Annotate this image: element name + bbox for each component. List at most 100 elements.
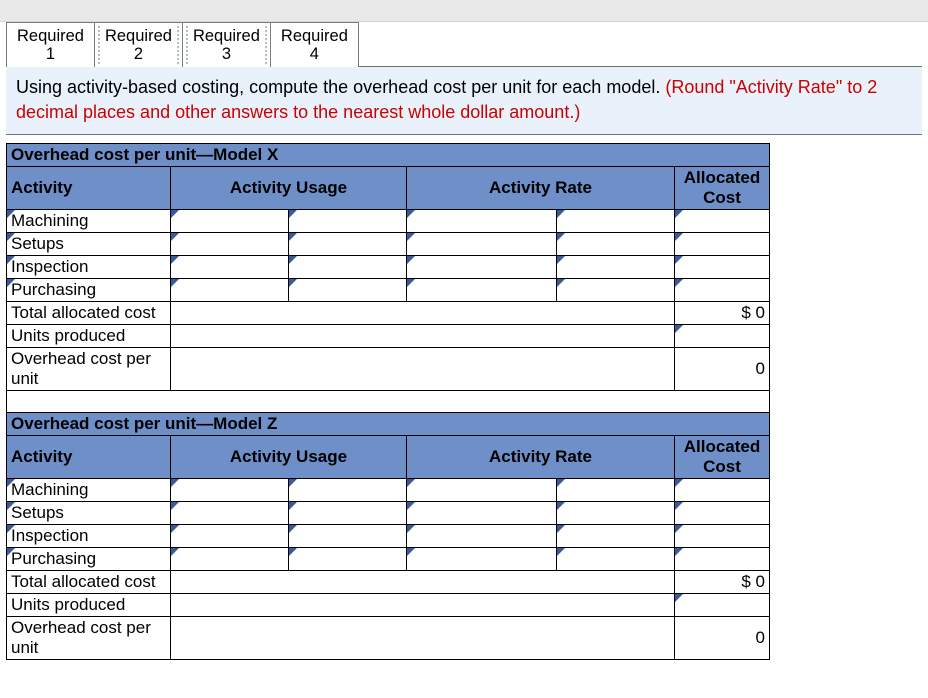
cell-rate-unit[interactable] (557, 524, 675, 547)
cell-rate-unit[interactable] (557, 255, 675, 278)
tab-label-line1: Required (17, 27, 84, 45)
section-title-z: Overhead cost per unit—Model Z (7, 412, 770, 435)
cell-units-value[interactable] (675, 324, 770, 347)
cell-usage-value[interactable] (171, 524, 289, 547)
cell-usage-value[interactable] (171, 478, 289, 501)
row-ohpu: Overhead cost per unit 0 (7, 347, 770, 390)
tab-required-3[interactable]: Required 3 (182, 22, 271, 67)
cell-rate-unit[interactable] (557, 278, 675, 301)
cell-rate-value[interactable] (407, 547, 557, 570)
tab-label-line2: 2 (134, 45, 143, 63)
row-setups: Setups (7, 232, 770, 255)
cell-rate-unit[interactable] (557, 478, 675, 501)
cell-usage-value[interactable] (171, 501, 289, 524)
cell-label[interactable]: Inspection (7, 524, 171, 547)
tab-required-4[interactable]: Required 4 (270, 22, 359, 67)
cell-ohpu-value: 0 (675, 616, 770, 659)
cell-label: Overhead cost per unit (7, 347, 171, 390)
cell-rate-value[interactable] (407, 501, 557, 524)
hdr-rate: Activity Rate (407, 435, 675, 478)
cell-ohpu-value: 0 (675, 347, 770, 390)
cell-rate-unit[interactable] (557, 547, 675, 570)
tab-indicator-left (97, 25, 101, 65)
row-inspection: Inspection (7, 255, 770, 278)
total-value: 0 (756, 303, 765, 322)
cell-usage-unit[interactable] (289, 478, 407, 501)
cell-allocated[interactable] (675, 209, 770, 232)
cell-usage-unit[interactable] (289, 232, 407, 255)
hdr-activity: Activity (7, 435, 171, 478)
cell-usage-unit[interactable] (289, 278, 407, 301)
cell-blank (171, 324, 675, 347)
cell-usage-value[interactable] (171, 209, 289, 232)
cell-label[interactable]: Setups (7, 501, 171, 524)
cell-usage-value[interactable] (171, 232, 289, 255)
cell-usage-unit[interactable] (289, 501, 407, 524)
cell-units-value[interactable] (675, 593, 770, 616)
tab-label-line1: Required (105, 27, 172, 45)
cell-label[interactable]: Purchasing (7, 278, 171, 301)
cell-label: Total allocated cost (7, 570, 171, 593)
cell-label[interactable]: Machining (7, 209, 171, 232)
cell-allocated[interactable] (675, 478, 770, 501)
cell-rate-unit[interactable] (557, 501, 675, 524)
row-units: Units produced (7, 324, 770, 347)
tab-label-line2: 4 (310, 45, 319, 63)
tab-label-line2: 1 (46, 45, 55, 63)
cell-rate-value[interactable] (407, 255, 557, 278)
cell-allocated[interactable] (675, 255, 770, 278)
spacer-row (7, 390, 770, 412)
cell-usage-unit[interactable] (289, 547, 407, 570)
cell-usage-unit[interactable] (289, 524, 407, 547)
row-total: Total allocated cost $ 0 (7, 301, 770, 324)
cell-allocated[interactable] (675, 524, 770, 547)
cell-label: Units produced (7, 593, 171, 616)
tab-indicator-left (185, 25, 189, 65)
row-setups-z: Setups (7, 501, 770, 524)
row-ohpu-z: Overhead cost per unit 0 (7, 616, 770, 659)
table-model-x: Overhead cost per unit—Model X Activity … (6, 143, 770, 660)
cell-blank (171, 301, 675, 324)
cell-label[interactable]: Inspection (7, 255, 171, 278)
cell-allocated[interactable] (675, 547, 770, 570)
instruction-box: Using activity-based costing, compute th… (6, 66, 922, 135)
tab-required-2[interactable]: Required 2 (94, 22, 183, 67)
row-purchasing: Purchasing (7, 278, 770, 301)
cell-rate-value[interactable] (407, 478, 557, 501)
cell-rate-value[interactable] (407, 232, 557, 255)
section-title-x: Overhead cost per unit—Model X (7, 143, 770, 166)
hdr-usage: Activity Usage (171, 166, 407, 209)
cell-allocated[interactable] (675, 501, 770, 524)
hdr-allocated: Allocated Cost (675, 166, 770, 209)
row-inspection-z: Inspection (7, 524, 770, 547)
top-strip (0, 0, 928, 22)
cell-rate-value[interactable] (407, 209, 557, 232)
row-machining-z: Machining (7, 478, 770, 501)
cell-usage-unit[interactable] (289, 209, 407, 232)
cell-allocated[interactable] (675, 278, 770, 301)
cell-label[interactable]: Machining (7, 478, 171, 501)
row-total-z: Total allocated cost $ 0 (7, 570, 770, 593)
tab-label-line1: Required (281, 27, 348, 45)
row-purchasing-z: Purchasing (7, 547, 770, 570)
cell-blank (171, 347, 675, 390)
hdr-rate: Activity Rate (407, 166, 675, 209)
instruction-main: Using activity-based costing, compute th… (16, 77, 665, 97)
currency-symbol: $ (737, 572, 751, 592)
cell-usage-value[interactable] (171, 255, 289, 278)
cell-rate-unit[interactable] (557, 232, 675, 255)
cell-rate-value[interactable] (407, 524, 557, 547)
cell-usage-unit[interactable] (289, 255, 407, 278)
cell-label: Units produced (7, 324, 171, 347)
cell-usage-value[interactable] (171, 547, 289, 570)
cell-label[interactable]: Purchasing (7, 547, 171, 570)
cell-total-value: $ 0 (675, 570, 770, 593)
cell-label[interactable]: Setups (7, 232, 171, 255)
cell-usage-value[interactable] (171, 278, 289, 301)
tab-indicator-right (176, 25, 180, 65)
cell-rate-unit[interactable] (557, 209, 675, 232)
cell-rate-value[interactable] (407, 278, 557, 301)
tabs-row: Required 1 Required 2 Required 3 Require… (0, 22, 928, 67)
cell-allocated[interactable] (675, 232, 770, 255)
tab-required-1[interactable]: Required 1 (6, 22, 95, 67)
